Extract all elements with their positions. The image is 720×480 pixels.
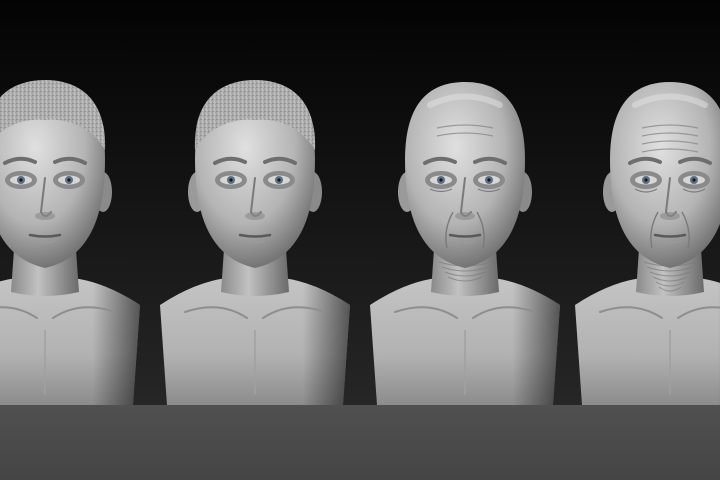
eye-pupil bbox=[277, 178, 281, 182]
eye-pupil bbox=[67, 178, 71, 182]
eye-pupil bbox=[229, 178, 233, 182]
bust-torso-shadow bbox=[0, 278, 140, 405]
eye-pupil bbox=[487, 178, 491, 182]
eye-pupil bbox=[692, 178, 696, 182]
bust-torso-shadow bbox=[575, 278, 720, 405]
nose-shadow bbox=[455, 212, 475, 220]
nose-shadow bbox=[35, 212, 55, 220]
nose-shadow bbox=[245, 212, 265, 220]
floor bbox=[0, 405, 720, 480]
nose-shadow bbox=[660, 212, 680, 220]
eye-pupil bbox=[19, 178, 23, 182]
busts-illustration bbox=[0, 0, 720, 480]
sculpt-render-scene bbox=[0, 0, 720, 480]
eye-pupil bbox=[644, 178, 648, 182]
eye-pupil bbox=[439, 178, 443, 182]
